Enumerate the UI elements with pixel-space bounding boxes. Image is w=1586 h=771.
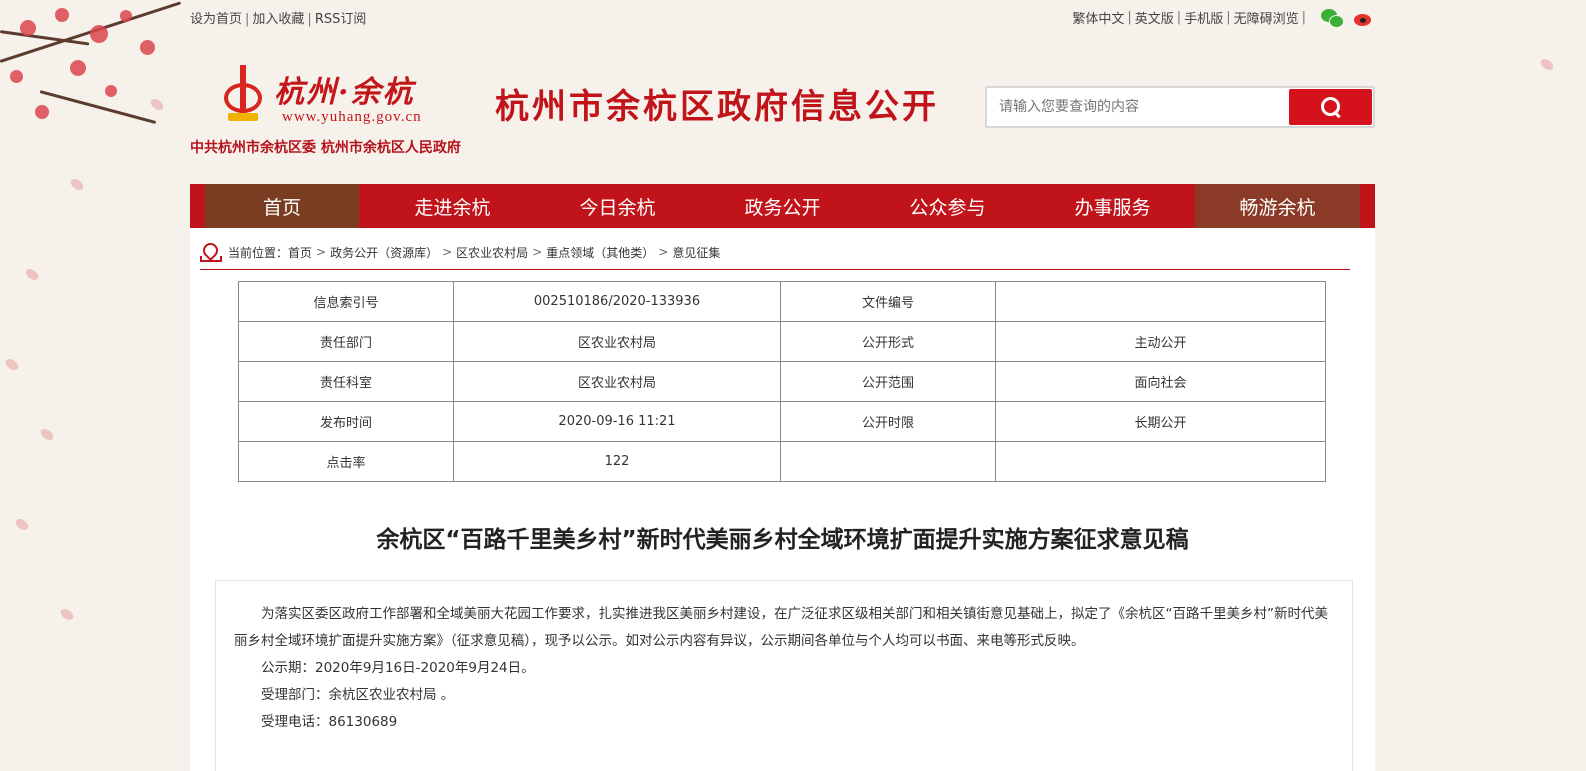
table-label: 信息索引号 [238,281,454,322]
nav-item-today[interactable]: 今日余杭 [535,184,700,228]
site-title: 杭州市余杭区政府信息公开 [495,87,939,127]
breadcrumb-agri-bureau[interactable]: 区农业农村局 [456,244,528,261]
table-value [995,281,1326,322]
table-label: 公开形式 [780,321,996,362]
breadcrumb-home[interactable]: 首页 [288,244,312,261]
table-row: 点击率 122 [238,441,1326,482]
table-label: 文件编号 [780,281,996,322]
logo-url: www.yuhang.gov.cn [282,109,422,125]
top-left-links: 设为首页 | 加入收藏 | RSS订阅 [190,8,366,27]
table-label: 公开范围 [780,361,996,402]
table-label: 发布时间 [238,401,454,442]
table-value: 2020-09-16 11:21 [453,401,781,442]
nav-item-public[interactable]: 公众参与 [865,184,1030,228]
top-right-links: 繁体中文 | 英文版 | 手机版 | 无障碍浏览 | [1072,8,1375,28]
weibo-icon[interactable] [1353,9,1375,27]
table-row: 发布时间 2020-09-16 11:21 公开时限 长期公开 [238,401,1326,442]
table-value: 122 [453,441,781,482]
table-value: 主动公开 [995,321,1326,362]
publicity-period: 公示期：2020年9月16日-2020年9月24日。 [261,660,535,676]
table-row: 信息索引号 002510186/2020-133936 文件编号 [238,281,1326,322]
logo-emblem-icon [222,63,264,123]
location-icon [200,243,222,262]
document-paragraph: 为落实区委区政府工作部署和全域美丽大花园工作要求，扎实推进我区美丽乡村建设，在广… [234,606,1328,649]
wechat-icon[interactable] [1321,8,1344,28]
site-logo[interactable]: 杭州·余杭 www.yuhang.gov.cn [222,59,452,129]
rss-link[interactable]: RSS订阅 [315,8,367,27]
nav-item-services[interactable]: 办事服务 [1030,184,1195,228]
table-row: 责任科室 区农业农村局 公开范围 面向社会 [238,361,1326,402]
search-box [985,86,1375,128]
search-button[interactable] [1289,89,1372,125]
breadcrumb-key-areas[interactable]: 重点领域（其他类） [546,244,654,261]
add-favorite-link[interactable]: 加入收藏 [252,8,304,27]
mobile-link[interactable]: 手机版 [1184,8,1223,27]
document-title: 余杭区“百路千里美乡村”新时代美丽乡村全域环境扩面提升实施方案征求意见稿 [376,527,1189,553]
table-row: 责任部门 区农业农村局 公开形式 主动公开 [238,321,1326,362]
table-value: 长期公开 [995,401,1326,442]
main-nav: 首页 走进余杭 今日余杭 政务公开 公众参与 办事服务 畅游余杭 [190,184,1375,228]
set-homepage-link[interactable]: 设为首页 [190,8,242,27]
accessibility-link[interactable]: 无障碍浏览 [1234,8,1299,27]
english-link[interactable]: 英文版 [1135,8,1174,27]
table-label: 点击率 [238,441,454,482]
nav-item-about[interactable]: 走进余杭 [370,184,535,228]
document-body: 为落实区委区政府工作部署和全域美丽大花园工作要求，扎实推进我区美丽乡村建设，在广… [215,580,1353,771]
search-input[interactable] [987,88,1287,126]
nav-item-gov-affairs[interactable]: 政务公开 [700,184,865,228]
top-bar: 设为首页 | 加入收藏 | RSS订阅 繁体中文 | 英文版 | 手机版 | 无障碍浏览 | [190,8,1375,28]
breadcrumb-opinions[interactable]: 意见征集 [672,244,720,261]
table-label: 公开时限 [780,401,996,442]
contact-phone: 受理电话：86130689 [261,714,398,730]
search-icon [1320,96,1342,118]
table-value [995,441,1326,482]
logo-title: 杭州·余杭 [274,75,415,110]
main-content: 当前位置： 首页 > 政务公开（资源库） > 区农业农村局 > 重点领域（其他类） > … [190,228,1375,771]
breadcrumb-gov-affairs[interactable]: 政务公开（资源库） [330,244,438,261]
breadcrumb-prefix: 当前位置： [228,245,289,260]
table-value: 面向社会 [995,361,1326,402]
table-value: 区农业农村局 [453,361,781,402]
breadcrumb-divider [200,269,1350,270]
organization-line: 中共杭州市余杭区委 杭州市余杭区人民政府 [190,140,461,156]
nav-item-tourism[interactable]: 畅游余杭 [1195,184,1360,228]
accepting-department: 受理部门：余杭区农业农村局 。 [261,687,455,703]
table-label: 责任科室 [238,361,454,402]
table-value: 002510186/2020-133936 [453,281,781,322]
info-table: 信息索引号 002510186/2020-133936 文件编号 责任部门 区农… [238,281,1326,482]
table-label [780,441,996,482]
table-value: 区农业农村局 [453,321,781,362]
table-label: 责任部门 [238,321,454,362]
breadcrumb: 当前位置： 首页 > 政务公开（资源库） > 区农业农村局 > 重点领域（其他类） > … [200,242,1350,262]
nav-item-home[interactable]: 首页 [205,184,359,228]
traditional-chinese-link[interactable]: 繁体中文 [1072,8,1124,27]
header: 杭州·余杭 www.yuhang.gov.cn 中共杭州市余杭区委 杭州市余杭区… [190,55,1375,165]
